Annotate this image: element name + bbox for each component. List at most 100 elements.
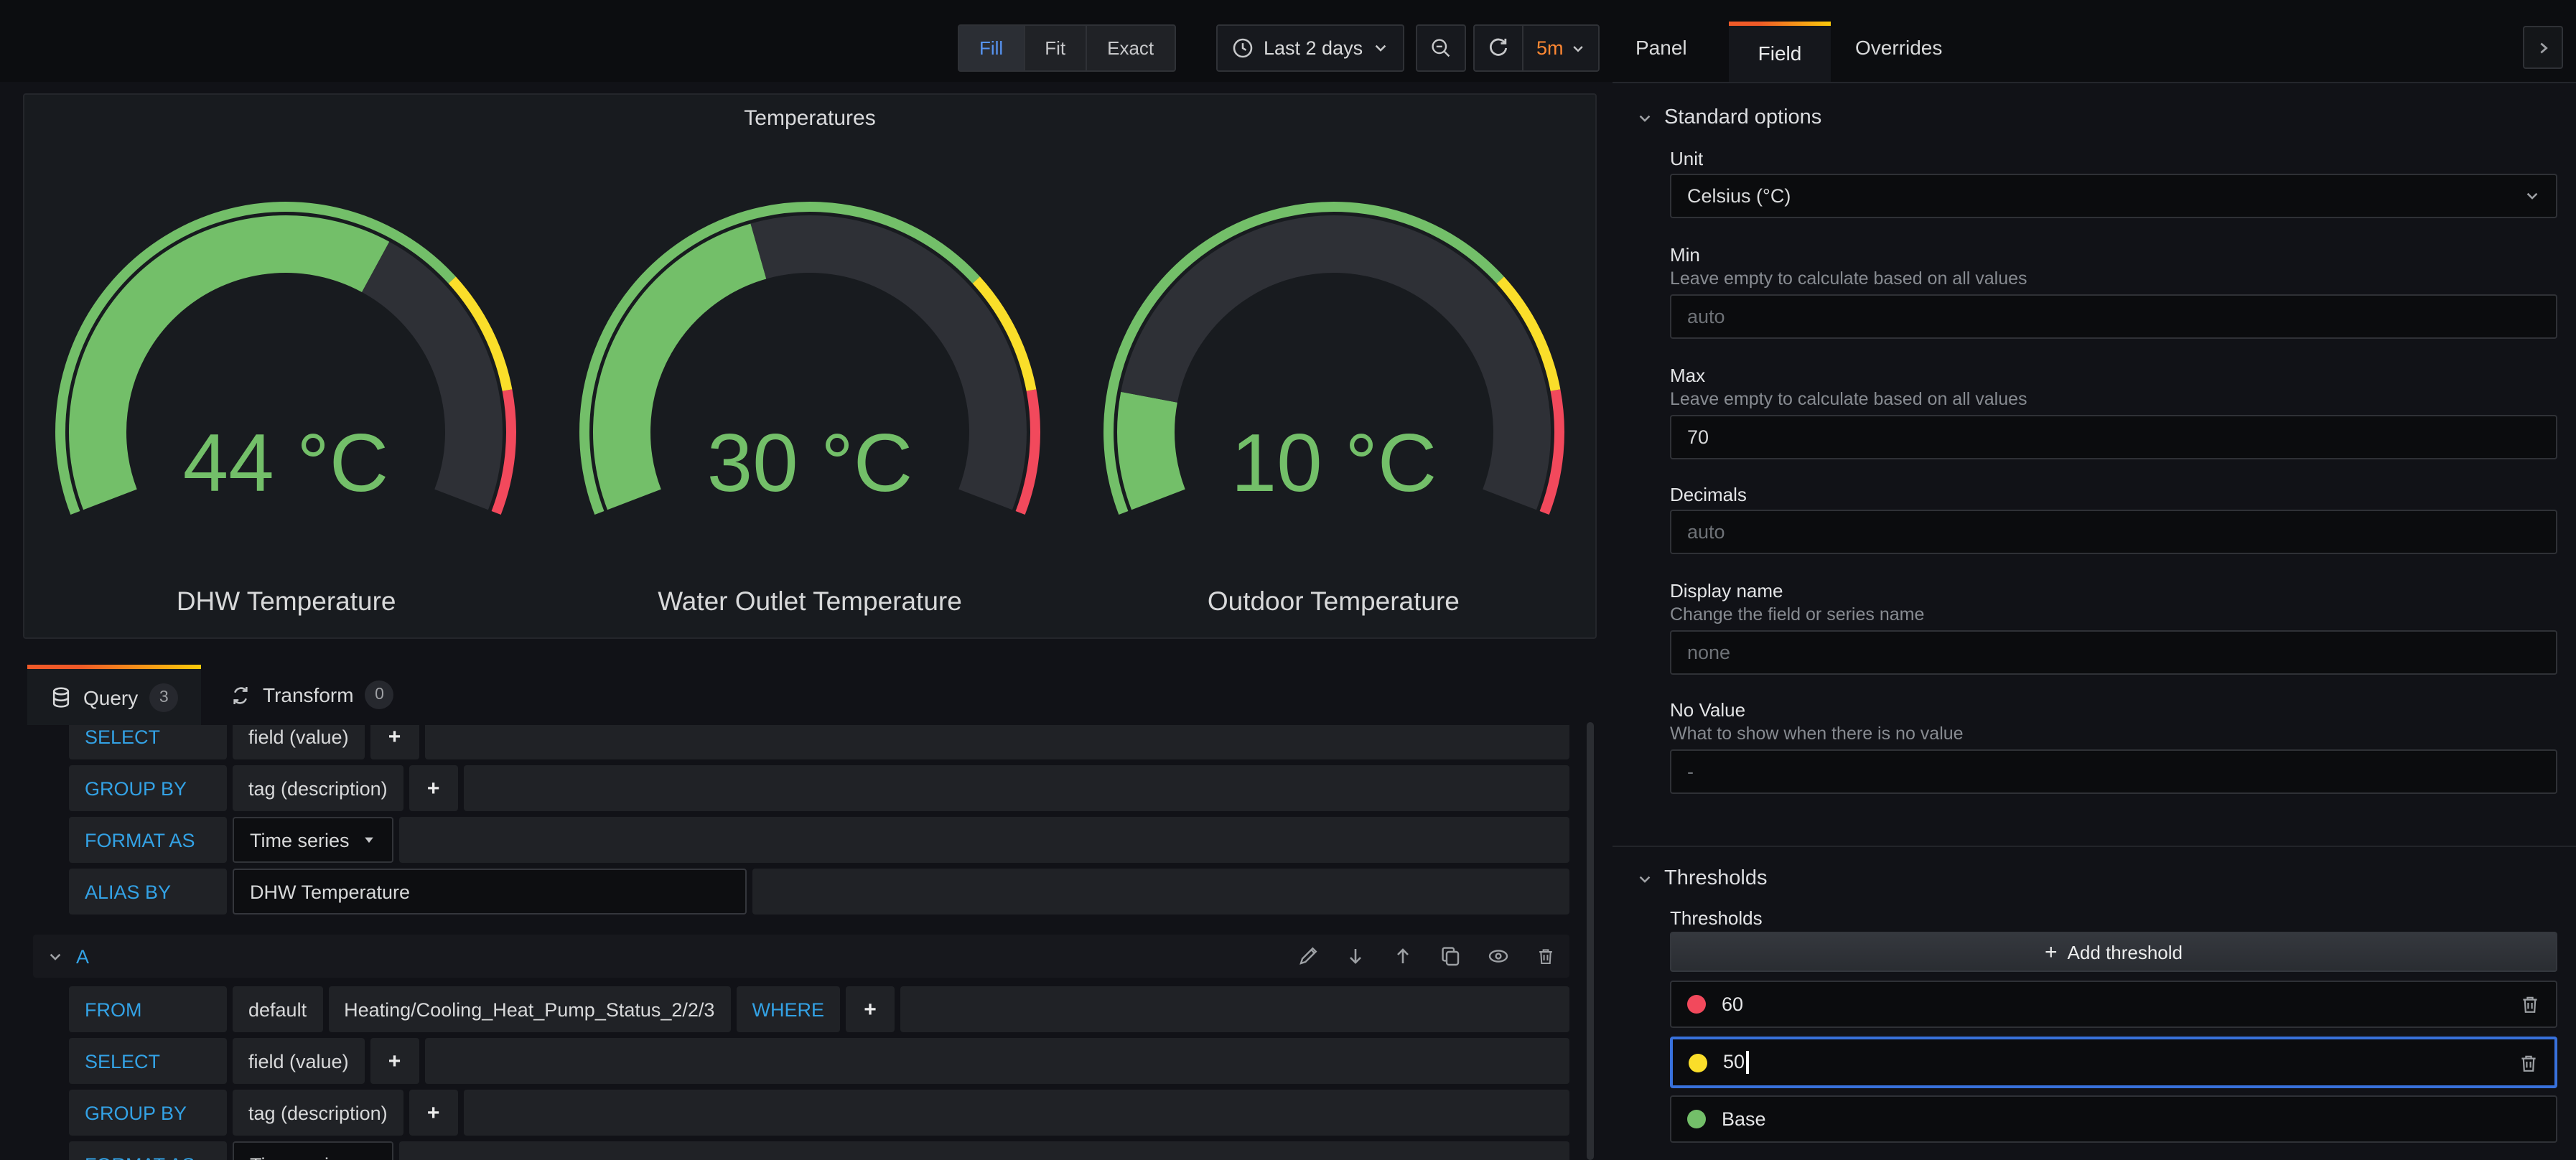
threshold-value[interactable]: 60 (1722, 993, 1743, 1015)
threshold-value-input[interactable]: 50 (1723, 1051, 1748, 1075)
datasource-policy[interactable]: default (233, 986, 322, 1032)
trash-icon[interactable] (2520, 993, 2540, 1015)
alias-by-input[interactable] (233, 869, 747, 915)
row-filler (464, 1090, 1569, 1136)
gauge-label: Outdoor Temperature (1208, 586, 1460, 617)
options-pane-splitter[interactable] (1587, 722, 1594, 1160)
no-value-input[interactable] (1670, 749, 2557, 794)
chevron-down-icon (363, 1157, 377, 1160)
gauge-label: Water Outlet Temperature (658, 586, 962, 617)
tab-field[interactable]: Field (1729, 22, 1831, 83)
query-ref-id: A (76, 945, 89, 967)
display-mode-fill[interactable]: Fill (959, 26, 1025, 70)
time-range-label: Last 2 days (1264, 37, 1363, 59)
arrow-down-icon[interactable] (1345, 946, 1366, 966)
display-mode-fit[interactable]: Fit (1025, 26, 1087, 70)
display-mode-switch: Fill Fit Exact (958, 24, 1175, 72)
query-count-badge: 3 (149, 683, 178, 711)
add-select-part-button[interactable]: + (370, 725, 419, 759)
thresholds-title: Thresholds (1664, 867, 1767, 890)
threshold-color-dot[interactable] (1687, 1110, 1706, 1128)
row-filler (752, 869, 1569, 915)
alias-by-keyword: ALIAS BY (69, 869, 227, 915)
decimals-input[interactable] (1670, 510, 2557, 554)
row-filler (400, 1141, 1569, 1160)
arrow-up-icon[interactable] (1393, 946, 1413, 966)
where-keyword: WHERE (736, 986, 840, 1032)
add-where-condition-button[interactable]: + (846, 986, 895, 1032)
trash-icon[interactable] (1536, 946, 1555, 966)
chevron-right-icon (2535, 39, 2551, 55)
from-keyword: FROM (69, 986, 227, 1032)
chevron-down-icon (1637, 110, 1653, 126)
group-by-keyword: GROUP BY (69, 1090, 227, 1136)
gauge-value: 30 °C (707, 418, 913, 509)
thresholds-label: Thresholds (1670, 907, 1763, 929)
query-row-select: SELECT field (value) + (69, 1038, 1569, 1084)
tab-query[interactable]: Query 3 (27, 665, 201, 725)
refresh-interval-dropdown[interactable]: 5m (1523, 26, 1598, 70)
threshold-row-base: Base (1670, 1095, 2557, 1143)
min-input[interactable] (1670, 294, 2557, 339)
decimals-label: Decimals (1670, 484, 1747, 505)
transform-count-badge: 0 (365, 680, 394, 709)
add-group-by-part-button[interactable]: + (409, 765, 458, 811)
add-group-by-part-button[interactable]: + (409, 1090, 458, 1136)
eye-icon[interactable] (1488, 946, 1509, 966)
format-as-select[interactable]: Time series (233, 817, 394, 863)
select-keyword: SELECT (69, 725, 227, 759)
gauge-water-outlet: 30 °C Water Outlet Temperature (548, 181, 1071, 617)
threshold-row-50: 50 (1670, 1037, 2557, 1088)
tab-panel[interactable]: Panel (1635, 24, 1687, 72)
temperatures-panel: Temperatures 44 °C DHW Temperature 30 °C… (23, 93, 1597, 639)
display-mode-exact[interactable]: Exact (1087, 26, 1174, 70)
add-select-part-button[interactable]: + (370, 1038, 419, 1084)
edit-icon[interactable] (1298, 946, 1318, 966)
query-row-group-by: GROUP BY tag (description) + (69, 765, 1569, 811)
tabs-divider (1613, 82, 2576, 83)
max-input[interactable] (1670, 415, 2557, 459)
time-range-picker[interactable]: Last 2 days (1216, 24, 1404, 72)
group-by-keyword: GROUP BY (69, 765, 227, 811)
refresh-interval-label: 5m (1536, 37, 1564, 59)
tab-transform[interactable]: Transform 0 (230, 665, 394, 725)
min-description: Leave empty to calculate based on all va… (1670, 268, 2027, 289)
group-by-tag-part[interactable]: tag (description) (233, 765, 403, 811)
threshold-color-dot[interactable] (1689, 1053, 1707, 1072)
trash-icon[interactable] (2519, 1052, 2539, 1073)
row-filler (464, 765, 1569, 811)
format-as-select[interactable]: Time series (233, 1141, 394, 1160)
select-field-part[interactable]: field (value) (233, 1038, 365, 1084)
transform-icon (230, 684, 251, 706)
chevron-down-icon (1373, 40, 1389, 56)
group-by-tag-part[interactable]: tag (description) (233, 1090, 403, 1136)
clock-icon (1232, 37, 1254, 59)
query-row-select: SELECT field (value) + (69, 725, 1569, 759)
row-filler (425, 725, 1569, 759)
query-row-group-by: GROUP BY tag (description) + (69, 1090, 1569, 1136)
plus-icon: + (2045, 940, 2058, 964)
unit-value: Celsius (°C) (1687, 185, 1791, 207)
select-field-part[interactable]: field (value) (233, 725, 365, 759)
unit-select[interactable]: Celsius (°C) (1670, 174, 2557, 218)
no-value-description: What to show when there is no value (1670, 724, 1964, 744)
standard-options-title: Standard options (1664, 106, 1821, 129)
display-name-input[interactable] (1670, 630, 2557, 675)
max-label: Max (1670, 365, 1705, 386)
standard-options-header[interactable]: Standard options (1637, 106, 1821, 129)
gauge-arc: 10 °C (1075, 181, 1592, 583)
query-a-header[interactable]: A (33, 935, 1569, 978)
grafana-panel-editor: Fill Fit Exact Last 2 days (0, 0, 2576, 1160)
thresholds-header[interactable]: Thresholds (1637, 867, 1767, 890)
zoom-out-button[interactable] (1416, 24, 1466, 72)
copy-icon[interactable] (1440, 946, 1460, 966)
measurement[interactable]: Heating/Cooling_Heat_Pump_Status_2/2/3 (328, 986, 730, 1032)
row-filler (900, 986, 1569, 1032)
add-threshold-label: Add threshold (2068, 941, 2183, 963)
threshold-color-dot[interactable] (1687, 995, 1706, 1014)
tab-overrides[interactable]: Overrides (1855, 24, 1942, 72)
refresh-button[interactable] (1475, 26, 1523, 70)
add-threshold-button[interactable]: + Add threshold (1670, 932, 2557, 972)
format-as-keyword: FORMAT AS (69, 817, 227, 863)
collapse-options-pane-button[interactable] (2523, 26, 2563, 69)
